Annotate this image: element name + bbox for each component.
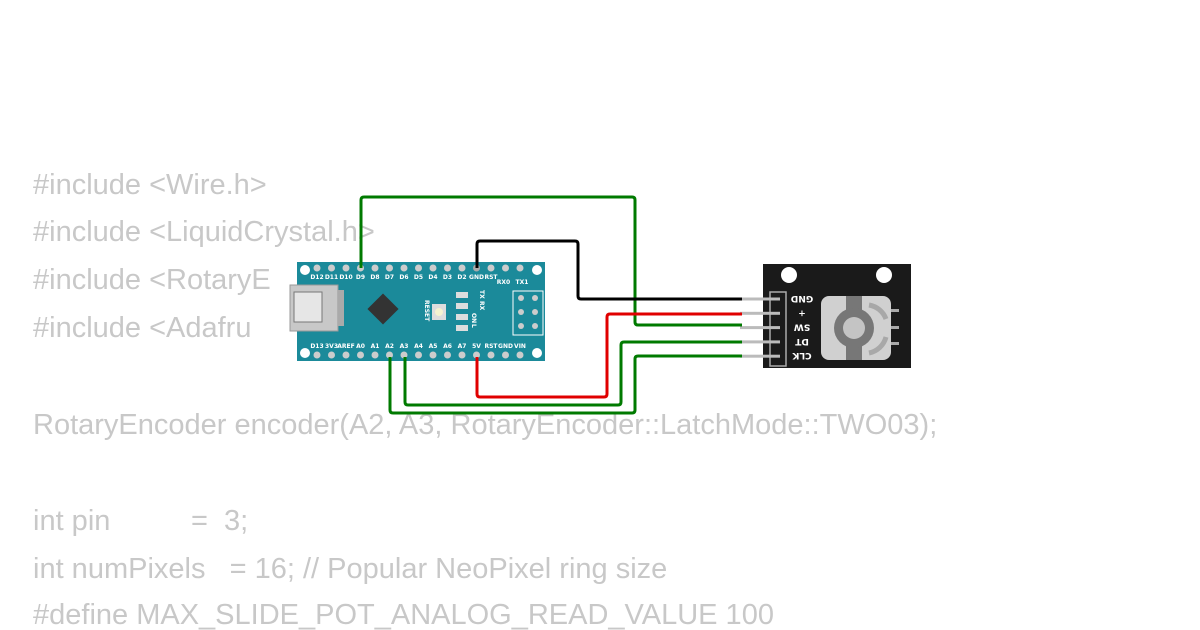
pin-bottom-a7[interactable]	[458, 351, 466, 359]
pin-top-d8[interactable]	[371, 264, 379, 272]
pin-label: D4	[428, 274, 437, 281]
led-label-tx: TX	[478, 290, 485, 299]
pin-label: A3	[400, 343, 409, 350]
encoder-pin-label: CLK	[791, 350, 811, 360]
encoder-pin-clk[interactable]	[740, 354, 780, 358]
pin-label: D8	[370, 274, 379, 281]
reset-label: RESET	[423, 300, 430, 322]
pin-label: A0	[356, 343, 365, 350]
pin-top-d2[interactable]	[458, 264, 466, 272]
arduino-nano[interactable]: RESET TX RX ON L D12 D11 D10 D9 D8 D7 D6 D5 D4 D3…	[289, 262, 545, 361]
pin-label: 3V3	[325, 343, 338, 350]
pin-label: D11	[325, 274, 338, 281]
pin-label: A7	[458, 343, 467, 350]
pin-bottom-rst[interactable]	[487, 351, 495, 359]
pin-label: D10	[339, 274, 352, 281]
pin-top-d5[interactable]	[415, 264, 422, 272]
pin-label: RST	[484, 343, 498, 350]
usb-connector-icon	[289, 284, 344, 332]
pin-label: TX1	[516, 279, 529, 286]
encoder-pin-dt[interactable]	[740, 340, 780, 344]
pin-label: D2	[457, 274, 466, 281]
pin-label: GND	[498, 343, 513, 350]
rotary-encoder-ky040[interactable]: GND + SW DT CLK	[740, 264, 911, 368]
pin-label: A5	[429, 343, 438, 350]
encoder-pin-sw[interactable]	[740, 326, 780, 330]
pin-label: AREF	[337, 343, 354, 350]
pin-top-rx0[interactable]	[502, 264, 509, 272]
pin-bottom-vin[interactable]	[516, 351, 524, 359]
pin-label: A2	[385, 343, 394, 350]
pin-label: 5V	[472, 343, 481, 350]
pin-label: D3	[443, 274, 452, 281]
pin-bottom-gnd[interactable]	[502, 351, 509, 359]
pin-top-d11[interactable]	[328, 264, 335, 272]
pin-label: D9	[356, 274, 365, 281]
pin-bottom-3v3[interactable]	[328, 351, 335, 359]
encoder-pin-gnd[interactable]	[740, 297, 780, 301]
pin-label: VIN	[514, 343, 526, 350]
pin-top-rst[interactable]	[487, 264, 495, 272]
pin-top-d6[interactable]	[400, 264, 408, 272]
led-label-l: L	[470, 324, 477, 328]
pin-label: A4	[414, 343, 423, 350]
encoder-pin-label: SW	[794, 322, 810, 332]
pin-label: D6	[399, 274, 408, 281]
led-label-rx: RX	[478, 301, 485, 311]
encoder-pin-label: +	[798, 307, 806, 317]
pin-bottom-a1[interactable]	[371, 351, 379, 359]
pin-top-d3[interactable]	[444, 264, 451, 272]
encoder-pin-vcc[interactable]	[740, 311, 780, 315]
pin-label: D5	[414, 274, 423, 281]
led-label-on: ON	[470, 313, 477, 323]
pin-label: RX0	[497, 279, 510, 286]
pin-top-d12[interactable]	[313, 264, 321, 272]
encoder-pin-label: DT	[794, 336, 808, 346]
pin-bottom-a6[interactable]	[444, 351, 451, 359]
pin-label: GND	[469, 274, 484, 281]
circuit-diagram: RESET TX RX ON L D12 D11 D10 D9 D8 D7 D6 D5 D4 D3…	[289, 195, 911, 415]
pin-label: A6	[443, 343, 452, 350]
canvas: #include <Wire.h> #include <LiquidCrystal…	[0, 0, 1200, 630]
pin-bottom-a4[interactable]	[415, 351, 422, 359]
pin-label: D7	[385, 274, 394, 281]
pin-label: D13	[310, 343, 323, 350]
encoder-knob-icon	[821, 296, 899, 360]
pin-top-d10[interactable]	[342, 264, 350, 272]
pin-bottom-d13[interactable]	[313, 351, 321, 359]
pin-bottom-a0[interactable]	[357, 351, 364, 359]
pin-top-d4[interactable]	[429, 264, 437, 272]
pin-bottom-a5[interactable]	[429, 351, 437, 359]
pin-label: D12	[310, 274, 323, 281]
encoder-pin-label: GND	[791, 293, 813, 303]
pin-bottom-aref[interactable]	[342, 351, 350, 359]
pin-top-d7[interactable]	[386, 264, 393, 272]
pin-label: A1	[371, 343, 380, 350]
pin-top-tx1[interactable]	[516, 264, 524, 272]
